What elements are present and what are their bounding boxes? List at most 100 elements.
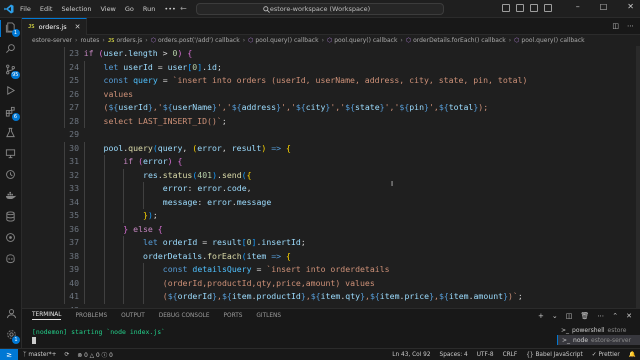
line-number[interactable]: 34: [22, 196, 79, 210]
activity-copilot[interactable]: [0, 249, 22, 270]
indentation[interactable]: Spaces: 4: [440, 352, 468, 358]
panel-tab-gitlens[interactable]: GITLENS: [256, 313, 281, 319]
code-line[interactable]: 36} else {: [22, 222, 640, 237]
activity-files[interactable]: 1: [0, 18, 22, 39]
line-number[interactable]: 38: [22, 250, 79, 264]
terminal-item-node[interactable]: >_ node estore-server: [557, 335, 640, 345]
panel-tab-output[interactable]: OUTPUT: [121, 313, 145, 319]
breadcrumb-item[interactable]: ⬡ orderDetails.forEach() callback: [406, 37, 506, 44]
activity-testing[interactable]: [0, 123, 22, 144]
cursor-position[interactable]: Ln 43, Col 92: [392, 352, 430, 358]
line-number[interactable]: 26: [22, 88, 79, 102]
code-line[interactable]: 25 const query = `insert into orders (use…: [22, 74, 640, 88]
remote-indicator-icon[interactable]: ≳: [0, 348, 18, 360]
line-number[interactable]: 32: [22, 169, 79, 183]
code-line[interactable]: 27 (${userId},'${userName}','${address}',…: [22, 101, 640, 115]
panel-tab-problems[interactable]: PROBLEMS: [75, 313, 107, 319]
code-line[interactable]: 39 const detailsQuery = `insert into orde…: [22, 263, 640, 277]
close-tab-icon[interactable]: ✕: [75, 23, 81, 31]
split-editor-icon[interactable]: ◫: [612, 22, 619, 30]
back-arrow-icon[interactable]: ←: [180, 4, 187, 13]
terminal-dropdown-icon[interactable]: ⌄: [552, 312, 558, 320]
activity-extensions[interactable]: 6: [0, 102, 22, 123]
menu-go[interactable]: Go: [125, 5, 134, 13]
maximize-icon[interactable]: □: [600, 2, 608, 11]
toggle-panel-icon[interactable]: [516, 4, 524, 12]
code-editor[interactable]: I 23 if (user.length > 0) {24 let userId =…: [22, 46, 640, 308]
line-number[interactable]: 27: [22, 101, 79, 115]
close-window-icon[interactable]: ✕: [627, 2, 634, 11]
command-center[interactable]: estore-workspace (Workspace): [196, 3, 444, 15]
terminal-output[interactable]: [nodemon] starting `node index.js`: [32, 328, 165, 346]
line-number[interactable]: 31: [22, 155, 79, 169]
activity-database[interactable]: [0, 207, 22, 228]
line-number[interactable]: 41: [22, 290, 79, 304]
toggle-secondary-sidebar-icon[interactable]: [530, 4, 538, 12]
tab-orders-js[interactable]: JS orders.js ✕: [22, 18, 88, 35]
breadcrumb-item[interactable]: ⬡ pool.query() callback: [514, 37, 584, 44]
activity-manage-gear[interactable]: 1: [0, 325, 22, 346]
more-actions-icon[interactable]: ⋯: [627, 22, 634, 30]
activity-account[interactable]: [0, 304, 22, 325]
sync-icon[interactable]: ⟳: [65, 352, 70, 358]
line-number[interactable]: 29: [22, 128, 79, 142]
line-number[interactable]: 25: [22, 74, 79, 88]
panel-tab-ports[interactable]: PORTS: [224, 313, 243, 319]
activity-timeline[interactable]: [0, 165, 22, 186]
breadcrumb-item[interactable]: JS orders.js: [108, 37, 142, 44]
problems-indicator[interactable]: ⊗ 0 △ 0 ⓘ 0: [77, 350, 112, 359]
customize-layout-icon[interactable]: [544, 4, 552, 12]
notifications-bell-icon[interactable]: 🔔: [629, 352, 636, 358]
line-number[interactable]: 36: [22, 223, 79, 237]
prettier-status[interactable]: ✓ Prettier: [592, 352, 620, 358]
encoding[interactable]: UTF-8: [477, 352, 494, 358]
code-line[interactable]: 24 let userId = user[0].id;: [22, 60, 640, 75]
line-number[interactable]: 40: [22, 277, 79, 291]
code-line[interactable]: 31 if (error) {: [22, 155, 640, 169]
new-terminal-icon[interactable]: +: [538, 312, 544, 320]
code-line[interactable]: 33 error: error.code,: [22, 182, 640, 196]
line-number[interactable]: 23: [22, 47, 79, 61]
activity-search[interactable]: [0, 39, 22, 60]
breadcrumb-item[interactable]: ⬡ pool.query() callback: [327, 37, 397, 44]
code-line[interactable]: 37 let orderId = result[0].insertId;: [22, 236, 640, 250]
breadcrumb-item[interactable]: estore-server: [32, 37, 72, 44]
panel-tab-debug-console[interactable]: DEBUG CONSOLE: [159, 313, 210, 319]
breadcrumb-item[interactable]: routes: [80, 37, 99, 44]
line-number[interactable]: 39: [22, 263, 79, 277]
line-number[interactable]: 24: [22, 61, 79, 75]
code-line[interactable]: 34 message: error.message: [22, 195, 640, 210]
language-mode[interactable]: {} Babel JavaScript: [526, 352, 583, 358]
code-line[interactable]: 35});: [22, 209, 640, 223]
activity-remote-explorer[interactable]: [0, 144, 22, 165]
breadcrumb-item[interactable]: ⬡ pool.query() callback: [248, 37, 318, 44]
terminal-item-powershell[interactable]: >_ powershell estore: [557, 325, 640, 335]
breadcrumb-item[interactable]: ⬡ orders.post('/add') callback: [151, 37, 240, 44]
activity-gitlens[interactable]: [0, 228, 22, 249]
toggle-sidebar-icon[interactable]: [502, 4, 510, 12]
line-number[interactable]: 35: [22, 209, 79, 223]
code-line[interactable]: 41 (${orderId},${item.productId},${item.q…: [22, 290, 640, 304]
panel-tab-terminal[interactable]: TERMINAL: [32, 312, 62, 320]
code-line[interactable]: 38 orderDetails.forEach(item => {: [22, 249, 640, 264]
line-number[interactable]: 30: [22, 142, 79, 156]
panel-more-icon[interactable]: ⋯: [597, 312, 604, 320]
menu-run[interactable]: Run: [143, 5, 155, 13]
menu-file[interactable]: File: [20, 5, 31, 13]
minimize-icon[interactable]: –: [576, 2, 580, 11]
code-line[interactable]: 29: [22, 128, 640, 142]
split-terminal-icon[interactable]: ◫: [566, 312, 573, 320]
menu-selection[interactable]: Selection: [61, 5, 91, 13]
maximize-panel-icon[interactable]: ⌃: [612, 312, 618, 320]
code-line[interactable]: 40 (orderId,productId,qty,price,amount) v…: [22, 276, 640, 291]
activity-source-control[interactable]: 95: [0, 60, 22, 81]
line-number[interactable]: 33: [22, 182, 79, 196]
end-of-line[interactable]: CRLF: [503, 352, 518, 358]
line-number[interactable]: 37: [22, 236, 79, 250]
menu-edit[interactable]: Edit: [40, 5, 53, 13]
activity-run-debug[interactable]: [0, 81, 22, 102]
code-line[interactable]: 28 select LAST_INSERT_ID()`;: [22, 114, 640, 128]
kill-terminal-icon[interactable]: 🗑: [580, 312, 589, 320]
menu-more[interactable]: •••: [164, 5, 176, 13]
activity-docker[interactable]: [0, 186, 22, 207]
